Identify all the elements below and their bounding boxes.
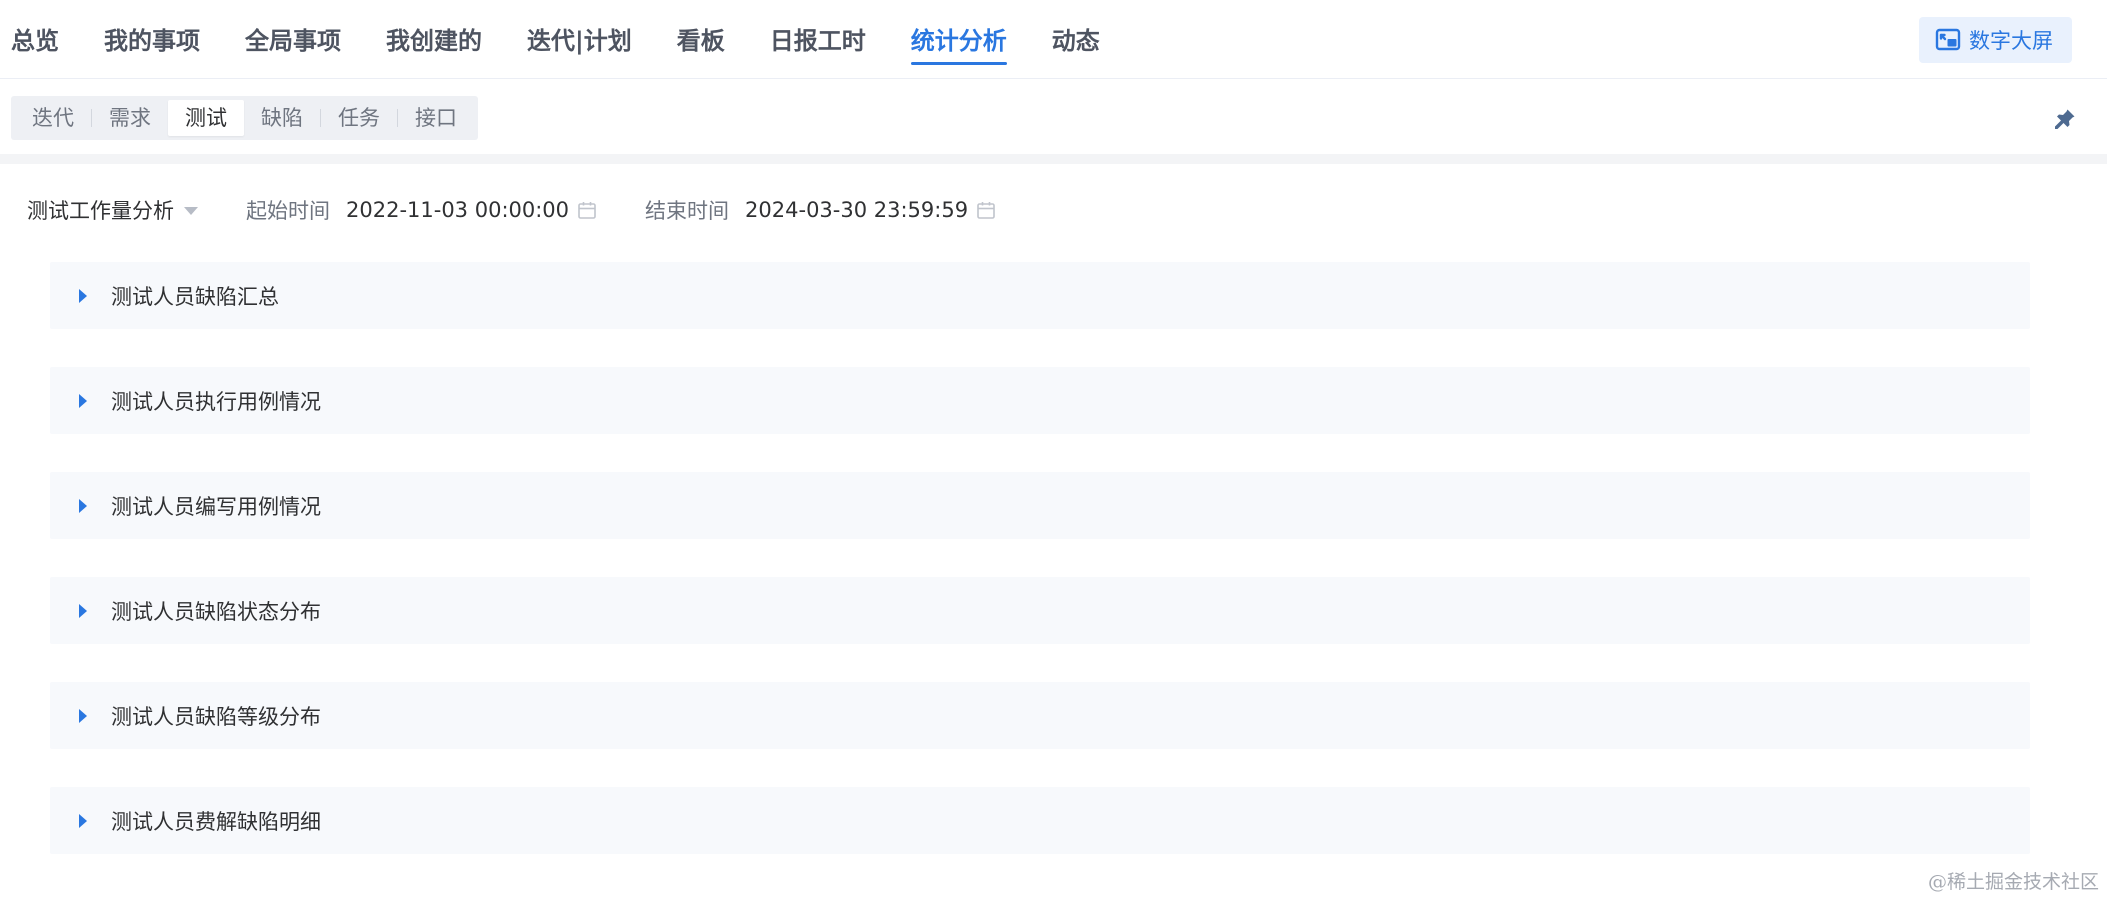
tab-iteration-plan[interactable]: 迭代|计划	[527, 0, 632, 79]
caret-right-icon	[79, 288, 87, 303]
analysis-type-value: 测试工作量分析	[27, 199, 174, 223]
nav-tabs: 总览 我的事项 全局事项 我创建的 迭代|计划 看板 日报工时 统计分析 动态	[0, 0, 1145, 79]
seg-requirement[interactable]: 需求	[92, 100, 168, 136]
seg-iteration[interactable]: 迭代	[15, 100, 91, 136]
big-screen-icon	[1935, 27, 1961, 53]
caret-right-icon	[79, 708, 87, 723]
filter-row: 测试工作量分析 起始时间 2022-11-03 00:00:00 结束时间 20…	[0, 186, 996, 234]
category-segmented-control: 迭代 需求 测试 缺陷 任务 接口	[11, 96, 478, 140]
caret-right-icon	[79, 393, 87, 408]
calendar-icon	[976, 200, 996, 220]
end-time-value: 2024-03-30 23:59:59	[745, 198, 969, 222]
tab-statistics[interactable]: 统计分析	[910, 0, 1007, 79]
tab-activity[interactable]: 动态	[1052, 0, 1100, 79]
watermark: @稀土掘金技术社区	[1927, 871, 2099, 893]
panel-title: 测试人员缺陷状态分布	[111, 599, 321, 624]
panel-title: 测试人员执行用例情况	[111, 389, 321, 414]
collapse-panels: 测试人员缺陷汇总 测试人员执行用例情况 测试人员编写用例情况 测试人员缺陷状态分…	[50, 262, 2030, 892]
start-time-label: 起始时间	[246, 199, 330, 223]
panel-title: 测试人员编写用例情况	[111, 494, 321, 519]
panel-case-execution[interactable]: 测试人员执行用例情况	[50, 367, 2030, 434]
tab-kanban[interactable]: 看板	[677, 0, 725, 79]
big-screen-label: 数字大屏	[1969, 29, 2053, 53]
end-time-label: 结束时间	[645, 199, 730, 223]
pin-icon[interactable]	[2053, 107, 2077, 131]
panel-case-writing[interactable]: 测试人员编写用例情况	[50, 472, 2030, 539]
sub-nav: 迭代 需求 测试 缺陷 任务 接口	[0, 80, 2107, 154]
tab-daily-report[interactable]: 日报工时	[770, 0, 866, 79]
panel-title: 测试人员缺陷等级分布	[111, 704, 321, 729]
tab-overview[interactable]: 总览	[11, 0, 59, 79]
start-time-picker[interactable]: 2022-11-03 00:00:00	[346, 198, 597, 222]
top-nav: 总览 我的事项 全局事项 我创建的 迭代|计划 看板 日报工时 统计分析 动态 …	[0, 0, 2107, 79]
caret-down-icon	[184, 207, 198, 215]
digital-big-screen-button[interactable]: 数字大屏	[1919, 17, 2072, 63]
tab-created-by-me[interactable]: 我创建的	[386, 0, 482, 79]
start-time-value: 2022-11-03 00:00:00	[346, 198, 570, 222]
tab-my-items[interactable]: 我的事项	[104, 0, 200, 79]
seg-defect[interactable]: 缺陷	[244, 100, 320, 136]
panel-title: 测试人员费解缺陷明细	[111, 809, 321, 834]
caret-right-icon	[79, 603, 87, 618]
panel-defect-status[interactable]: 测试人员缺陷状态分布	[50, 577, 2030, 644]
seg-test[interactable]: 测试	[168, 100, 244, 136]
analysis-type-select[interactable]: 测试工作量分析	[27, 195, 198, 225]
caret-right-icon	[79, 813, 87, 828]
tab-global-items[interactable]: 全局事项	[245, 0, 341, 79]
section-divider-band	[0, 154, 2107, 164]
seg-interface[interactable]: 接口	[398, 100, 474, 136]
panel-title: 测试人员缺陷汇总	[111, 284, 279, 309]
caret-right-icon	[79, 498, 87, 513]
panel-defect-summary[interactable]: 测试人员缺陷汇总	[50, 262, 2030, 329]
seg-task[interactable]: 任务	[321, 100, 397, 136]
end-time-picker[interactable]: 2024-03-30 23:59:59	[745, 198, 996, 222]
panel-defect-level[interactable]: 测试人员缺陷等级分布	[50, 682, 2030, 749]
panel-defect-detail[interactable]: 测试人员费解缺陷明细	[50, 787, 2030, 854]
calendar-icon	[577, 200, 597, 220]
